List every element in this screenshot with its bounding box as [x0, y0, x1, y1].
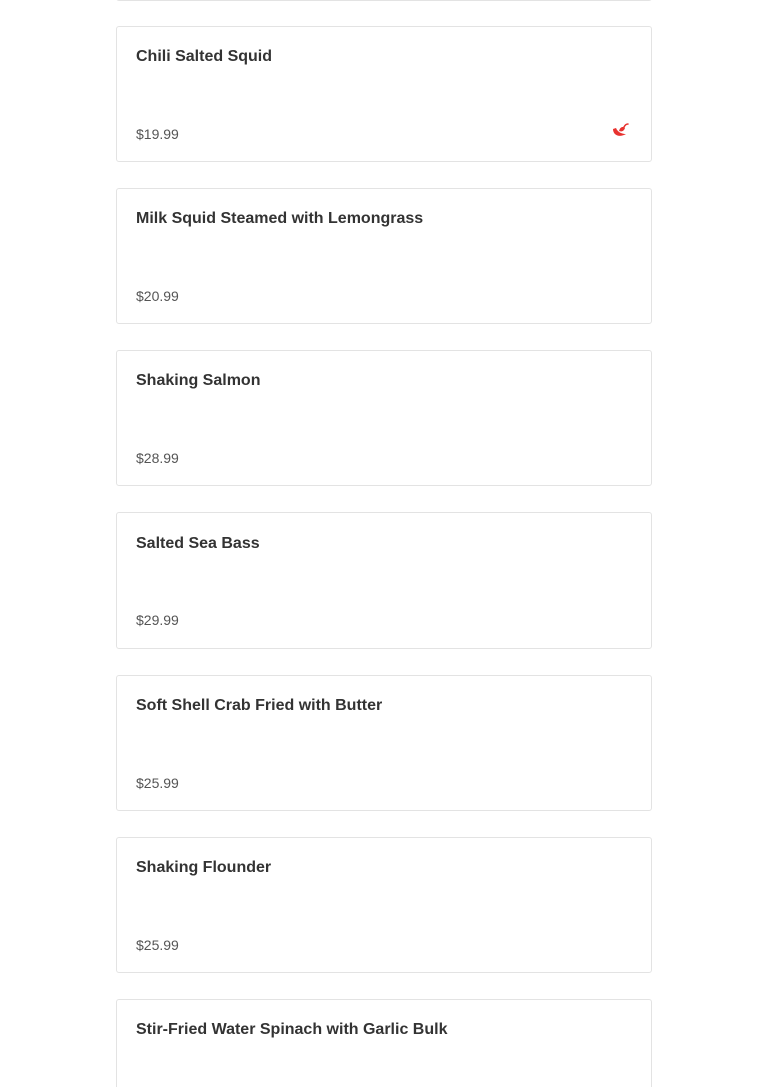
menu-item-card[interactable]: Shaking Salmon $28.99 — [116, 350, 652, 486]
menu-item-name: Shaking Salmon — [136, 372, 261, 389]
menu-item-name: Soft Shell Crab Fried with Butter — [136, 697, 383, 714]
menu-item-name: Stir-Fried Water Spinach with Garlic Bul… — [136, 1021, 448, 1038]
menu-item-card[interactable]: Soft Shell Crab Fried with Butter $25.99 — [116, 675, 652, 811]
menu-item-name: Chili Salted Squid — [136, 48, 273, 65]
menu-item-card[interactable] — [116, 0, 652, 1]
menu-item-card[interactable]: Salted Sea Bass $29.99 — [116, 512, 652, 649]
menu-item-price: $29.99 — [136, 612, 179, 628]
menu-page: Chili Salted Squid $19.99 Milk Squid Ste… — [0, 0, 770, 1087]
chili-pepper-icon — [613, 123, 629, 136]
menu-item-price: $28.99 — [136, 450, 179, 466]
menu-item-price: $25.99 — [136, 775, 179, 791]
menu-item-name: Salted Sea Bass — [136, 535, 260, 552]
menu-item-price: $20.99 — [136, 288, 179, 304]
menu-item-price: $25.99 — [136, 937, 179, 953]
menu-item-price: $19.99 — [136, 126, 179, 142]
menu-item-card[interactable]: Shaking Flounder $25.99 — [116, 837, 652, 973]
menu-item-card[interactable]: Milk Squid Steamed with Lemongrass $20.9… — [116, 188, 652, 324]
menu-item-card[interactable]: Stir-Fried Water Spinach with Garlic Bul… — [116, 999, 652, 1087]
menu-item-name: Shaking Flounder — [136, 859, 272, 876]
menu-item-name: Milk Squid Steamed with Lemongrass — [136, 210, 424, 227]
menu-item-card[interactable]: Chili Salted Squid $19.99 — [116, 26, 652, 162]
